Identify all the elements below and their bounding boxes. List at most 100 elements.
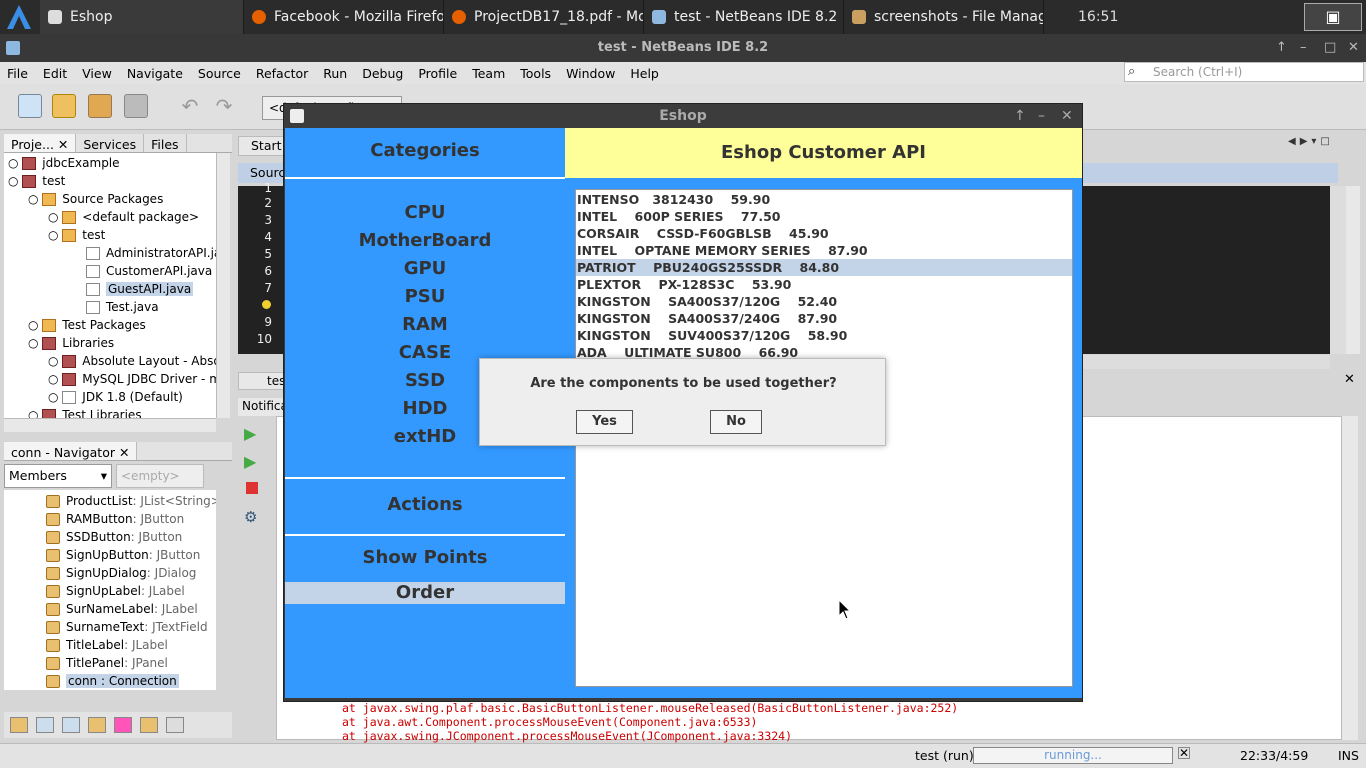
task-pdf[interactable]: ProjectDB17_18.pdf - Mozi... <box>444 0 644 34</box>
sort-icon[interactable] <box>166 717 184 733</box>
tab-navigator[interactable]: conn - Navigator ✕ <box>4 442 138 460</box>
menu-window[interactable]: Window <box>559 66 623 81</box>
category-ram[interactable]: RAM <box>285 314 565 335</box>
editor-tab-start[interactable]: Start <box>238 136 284 156</box>
yes-button[interactable]: Yes <box>576 410 633 434</box>
task-eshop[interactable]: Eshop <box>40 0 244 34</box>
menu-view[interactable]: View <box>75 66 120 81</box>
category-motherboard[interactable]: MotherBoard <box>285 230 565 251</box>
tree-node[interactable]: ○ jdbcExample <box>8 154 120 172</box>
menu-file[interactable]: File <box>0 66 36 81</box>
tree-node[interactable]: ○ MySQL JDBC Driver - mysql <box>48 370 216 388</box>
editor-tab-source[interactable]: Source <box>238 163 284 183</box>
tree-node[interactable]: Test.java <box>86 298 159 316</box>
menu-edit[interactable]: Edit <box>36 66 75 81</box>
order-button[interactable]: Order <box>285 582 565 604</box>
redo-icon[interactable]: ↷ <box>212 94 236 118</box>
vertical-scrollbar[interactable] <box>216 153 230 418</box>
show-desktop-icon[interactable]: ▣ <box>1304 3 1362 31</box>
tree-node[interactable]: CustomerAPI.java <box>86 262 212 280</box>
show-points-button[interactable]: Show Points <box>285 547 565 568</box>
tree-node[interactable]: ○ Test Libraries <box>28 406 142 418</box>
new-file-icon[interactable] <box>18 94 42 118</box>
filter-icon[interactable] <box>114 717 132 733</box>
close-icon[interactable]: ✕ <box>1348 34 1359 62</box>
output-tab[interactable]: tes <box>238 372 284 390</box>
cancel-icon[interactable]: ✕ <box>1178 747 1190 759</box>
tree-node[interactable]: ○ JDK 1.8 (Default) <box>48 388 183 406</box>
run-label[interactable]: test (run) <box>915 748 974 763</box>
product-row[interactable]: CORSAIR CSSD-F60GBLSB 45.90 <box>576 225 1072 242</box>
member-item[interactable]: SurNameLabel : JLabel <box>46 600 198 618</box>
member-item[interactable]: SignUpButton : JButton <box>46 546 200 564</box>
member-item[interactable]: SSDButton : JButton <box>46 528 182 546</box>
category-gpu[interactable]: GPU <box>285 258 565 279</box>
member-item[interactable]: SurnameText : JTextField <box>46 618 208 636</box>
product-row[interactable]: KINGSTON SA400S37/120G 52.40 <box>576 293 1072 310</box>
menu-debug[interactable]: Debug <box>355 66 411 81</box>
tab-services[interactable]: Services <box>76 134 145 152</box>
close-icon[interactable]: ✕ <box>1344 372 1355 387</box>
output-vscrollbar[interactable] <box>1342 416 1358 740</box>
maximize-icon[interactable]: □ <box>1324 34 1336 62</box>
tree-node[interactable]: ○ <default package> <box>48 208 199 226</box>
menu-help[interactable]: Help <box>623 66 667 81</box>
clock[interactable]: 16:51 <box>1078 0 1118 34</box>
tree-node[interactable]: ○ test <box>8 172 65 190</box>
member-item[interactable]: conn : Connection <box>46 672 179 690</box>
lock-icon[interactable] <box>88 717 106 733</box>
new-project-icon[interactable] <box>52 94 76 118</box>
member-item[interactable]: SignUpLabel : JLabel <box>46 582 185 600</box>
task-filemanager[interactable]: screenshots - File Manager <box>844 0 1044 34</box>
member-item[interactable]: SignUpDialog : JDialog <box>46 564 196 582</box>
tree-node[interactable]: GuestAPI.java <box>86 280 194 298</box>
product-row[interactable]: KINGSTON SUV400S37/120G 58.90 <box>576 327 1072 344</box>
settings-icon[interactable]: ⚙ <box>244 508 257 526</box>
product-row-selected[interactable]: PATRIOT PBU240GS25SSDR 84.80 <box>576 259 1072 276</box>
actions-button[interactable]: Actions <box>285 494 565 515</box>
tree-node[interactable]: ○ test <box>48 226 105 244</box>
tab-projects[interactable]: Proje... ✕ <box>4 134 77 152</box>
member-item[interactable]: TitleLabel : JLabel <box>46 636 168 654</box>
no-button[interactable]: No <box>710 410 762 434</box>
open-project-icon[interactable] <box>88 94 112 118</box>
member-item[interactable]: RAMButton : JButton <box>46 510 184 528</box>
member-item[interactable]: TitlePanel : JPanel <box>46 654 168 672</box>
editor-hscrollbar[interactable] <box>1082 355 1330 369</box>
editor-vscrollbar[interactable] <box>1330 186 1346 354</box>
filter-icon[interactable] <box>10 717 28 733</box>
filter-icon[interactable] <box>62 717 80 733</box>
undo-icon[interactable]: ↶ <box>178 94 202 118</box>
product-row[interactable]: INTEL 600P SERIES 77.50 <box>576 208 1072 225</box>
menu-tools[interactable]: Tools <box>513 66 559 81</box>
menu-profile[interactable]: Profile <box>411 66 465 81</box>
menu-source[interactable]: Source <box>191 66 249 81</box>
horizontal-scrollbar[interactable] <box>4 418 216 432</box>
rerun-with-args-icon[interactable]: ▶ <box>244 452 256 471</box>
member-item[interactable]: ProductList : JList<String> <box>46 492 216 510</box>
tree-node[interactable]: ○ Source Packages <box>28 190 163 208</box>
close-icon[interactable]: ✕ <box>1061 104 1073 128</box>
lightbulb-icon[interactable] <box>262 300 271 309</box>
empty-select[interactable]: <empty> <box>116 464 204 488</box>
notifications-tab[interactable]: Notificat <box>238 398 284 416</box>
members-select[interactable]: Members ▾ <box>4 464 112 488</box>
tree-node[interactable]: ○ Absolute Layout - Absolute <box>48 352 216 370</box>
tab-files[interactable]: Files <box>144 134 187 152</box>
rerun-icon[interactable]: ▶ <box>244 424 256 443</box>
task-firefox[interactable]: Facebook - Mozilla Firefox ... <box>244 0 444 34</box>
stop-icon[interactable] <box>246 482 258 494</box>
menu-run[interactable]: Run <box>316 66 355 81</box>
menu-refactor[interactable]: Refactor <box>249 66 316 81</box>
editor-nav-buttons[interactable]: ◀▶▾□ <box>1288 136 1362 152</box>
product-row[interactable]: KINGSTON SA400S37/240G 87.90 <box>576 310 1072 327</box>
app-menu-icon[interactable] <box>4 3 34 31</box>
save-all-icon[interactable] <box>124 94 148 118</box>
maximize-up-icon[interactable]: ↑ <box>1014 104 1026 128</box>
maximize-up-icon[interactable]: ↑ <box>1276 34 1287 62</box>
product-row[interactable]: INTEL OPTANE MEMORY SERIES 87.90 <box>576 242 1072 259</box>
search-input[interactable]: Search (Ctrl+I) <box>1124 62 1364 82</box>
menu-team[interactable]: Team <box>465 66 513 81</box>
task-netbeans[interactable]: test - NetBeans IDE 8.2 <box>644 0 844 34</box>
minimize-icon[interactable]: – <box>1038 104 1045 128</box>
